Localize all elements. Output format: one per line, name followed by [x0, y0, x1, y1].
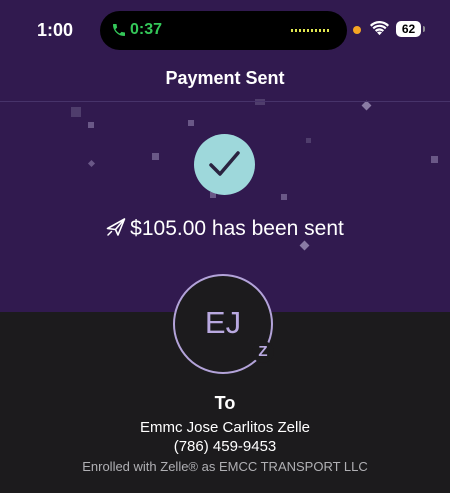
confetti-piece [306, 138, 311, 143]
confetti-piece [361, 100, 372, 111]
status-time: 1:00 [37, 20, 74, 40]
recipient-phone: (786) 459-9453 [173, 438, 277, 455]
battery-indicator: 62 [396, 21, 421, 37]
to-label: To [214, 393, 236, 413]
audio-waveform [291, 29, 331, 32]
confetti-piece [88, 122, 94, 128]
confetti-piece [188, 120, 194, 126]
amount-sent-row: $105.00 has been sent [0, 217, 450, 241]
dynamic-island-call[interactable]: 0:37 [100, 11, 347, 50]
paper-plane-icon [106, 218, 126, 236]
confetti-piece [87, 159, 96, 168]
confetti-piece [281, 194, 287, 200]
success-badge [194, 134, 255, 195]
confetti-piece [299, 240, 310, 251]
call-timer: 0:37 [130, 21, 163, 38]
amount-sent-text: $105.00 has been sent [130, 217, 344, 240]
mic-indicator-dot [353, 26, 361, 34]
page-title: Payment Sent [165, 68, 285, 88]
confetti-piece [152, 153, 159, 160]
avatar-initials: EJ [204, 305, 242, 340]
payment-sent-screen: 1:00 0:37 62 Payment Sent $105.00 has be… [0, 0, 450, 493]
confetti-piece [431, 156, 438, 163]
enrollment-note: Enrolled with Zelle® as EMCC TRANSPORT L… [82, 459, 368, 474]
wifi-icon [370, 21, 389, 36]
header-divider [0, 101, 450, 102]
checkmark-icon [209, 151, 240, 176]
phone-icon [113, 24, 125, 36]
recipient-name: Emmc Jose Carlitos Zelle [139, 419, 311, 436]
zelle-badge-icon: Z [252, 341, 274, 363]
confetti-piece [71, 107, 81, 117]
confetti-piece [255, 99, 265, 105]
